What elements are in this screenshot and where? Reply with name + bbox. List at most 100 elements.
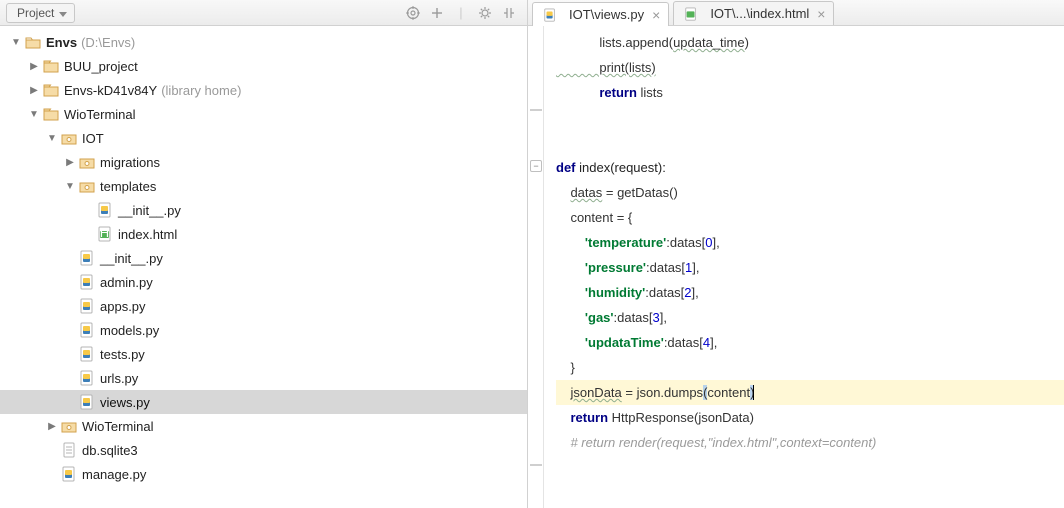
tree-item-apps[interactable]: ·apps.py [0,294,527,318]
tree-label: IOT [82,131,104,146]
python-file-icon [78,274,96,290]
package-icon [60,130,78,146]
folder-icon [42,82,60,98]
python-file-icon [78,370,96,386]
project-selector[interactable]: Project [6,3,75,23]
tree-item-urls[interactable]: ·urls.py [0,366,527,390]
target-icon[interactable] [403,3,423,23]
collapse-icon[interactable] [499,3,519,23]
editor-gutter[interactable]: − [528,26,544,508]
code-string: 'gas' [585,310,614,325]
tree-item-db[interactable]: ·db.sqlite3 [0,438,527,462]
code-keyword: def [556,160,576,175]
tree-note: (library home) [161,83,241,98]
tree-item-admin[interactable]: ·admin.py [0,270,527,294]
code-text: } [556,355,1064,380]
code-text: ], [692,260,699,275]
tree-item-index-html[interactable]: · H index.html [0,222,527,246]
folder-icon [24,34,42,50]
tree-label: tests.py [100,347,145,362]
code-text: jsonData [570,385,621,400]
chevron-right-icon[interactable]: ▶ [62,157,78,168]
code-text [556,235,585,250]
tree-label: WioTerminal [82,419,154,434]
python-file-icon [541,7,559,23]
code-text [556,105,1064,130]
code-text: = getDatas() [602,185,678,200]
code-text: datas [570,185,602,200]
close-icon[interactable]: × [650,8,662,22]
folder-icon [42,58,60,74]
python-file-icon [78,394,96,410]
package-icon [78,178,96,194]
code-text [556,185,570,200]
tree-item-buu[interactable]: ▶ BUU_project [0,54,527,78]
code-number: 3 [653,310,660,325]
fold-minus-icon[interactable]: − [530,160,542,172]
tree-item-tests[interactable]: ·tests.py [0,342,527,366]
package-icon [60,418,78,434]
tree-label: WioTerminal [64,107,136,122]
fold-end-icon [530,109,542,111]
chevron-right-icon[interactable]: ▶ [26,85,42,96]
project-tree[interactable]: ▼ Envs (D:\Envs) ▶ BUU_project ▶ Envs-kD… [0,26,527,508]
chevron-down-icon[interactable]: ▼ [26,109,42,120]
tree-label: templates [100,179,156,194]
code-number: 0 [705,235,712,250]
code-text: ], [660,310,667,325]
code-text [556,130,1064,155]
code-comment: # return render(request,"index.html",con… [556,435,876,450]
chevron-right-icon[interactable]: ▶ [26,61,42,72]
tab-label: IOT\...\index.html [710,6,809,21]
code-text: lists [637,85,663,100]
project-panel-header: Project | [0,0,527,26]
code-text: content [707,385,750,400]
tree-label: Envs [46,35,77,50]
chevron-right-icon[interactable]: ▶ [44,421,60,432]
tree-item-templates[interactable]: ▼ templates [0,174,527,198]
expand-all-icon[interactable] [427,3,447,23]
code-text: lists.append( [556,35,673,50]
tree-label: urls.py [100,371,138,386]
code-text: ], [713,235,720,250]
code-text: :datas[ [646,260,685,275]
project-panel: Project | ▼ Envs (D:\Envs) ▶ BUU_project… [0,0,528,508]
editor-area[interactable]: − lists.append(updata_time) print(lists)… [528,26,1064,508]
code-text: updata_time [673,35,745,50]
tree-item-wio2[interactable]: ▶ WioTerminal [0,414,527,438]
tree-item-models[interactable]: ·models.py [0,318,527,342]
code-text [556,410,570,425]
chevron-down-icon[interactable]: ▼ [44,133,60,144]
folder-icon [42,106,60,122]
tree-item-envs-k[interactable]: ▶ Envs-kD41v84Y (library home) [0,78,527,102]
code-text: index(request): [576,160,666,175]
code-text [556,310,585,325]
tree-root-envs[interactable]: ▼ Envs (D:\Envs) [0,30,527,54]
tab-views[interactable]: IOT\views.py × [532,2,669,26]
code-keyword: return [570,410,608,425]
code-number: 4 [703,335,710,350]
code-text [556,285,585,300]
tab-index[interactable]: IOT\...\index.html × [673,1,834,25]
tree-item-wio[interactable]: ▼ WioTerminal [0,102,527,126]
tree-item-iot[interactable]: ▼ IOT [0,126,527,150]
tree-label: views.py [100,395,150,410]
code-content[interactable]: lists.append(updata_time) print(lists) r… [544,26,1064,508]
code-text: HttpResponse(jsonData) [608,410,754,425]
tree-item-views[interactable]: ·views.py [0,390,527,414]
close-icon[interactable]: × [815,7,827,21]
tree-item-manage[interactable]: ·manage.py [0,462,527,486]
gear-icon[interactable] [475,3,495,23]
code-text [556,85,599,100]
tree-item-init-t[interactable]: · __init__.py [0,198,527,222]
tree-label: index.html [118,227,177,242]
python-file-icon [78,298,96,314]
code-text [556,335,585,350]
editor-panel: IOT\views.py × IOT\...\index.html × − li… [528,0,1064,508]
tree-item-init[interactable]: ·__init__.py [0,246,527,270]
chevron-down-icon[interactable]: ▼ [62,181,78,192]
chevron-down-icon[interactable]: ▼ [8,37,24,48]
python-file-icon [60,466,78,482]
tree-item-migrations[interactable]: ▶ migrations [0,150,527,174]
code-number: 2 [684,285,691,300]
